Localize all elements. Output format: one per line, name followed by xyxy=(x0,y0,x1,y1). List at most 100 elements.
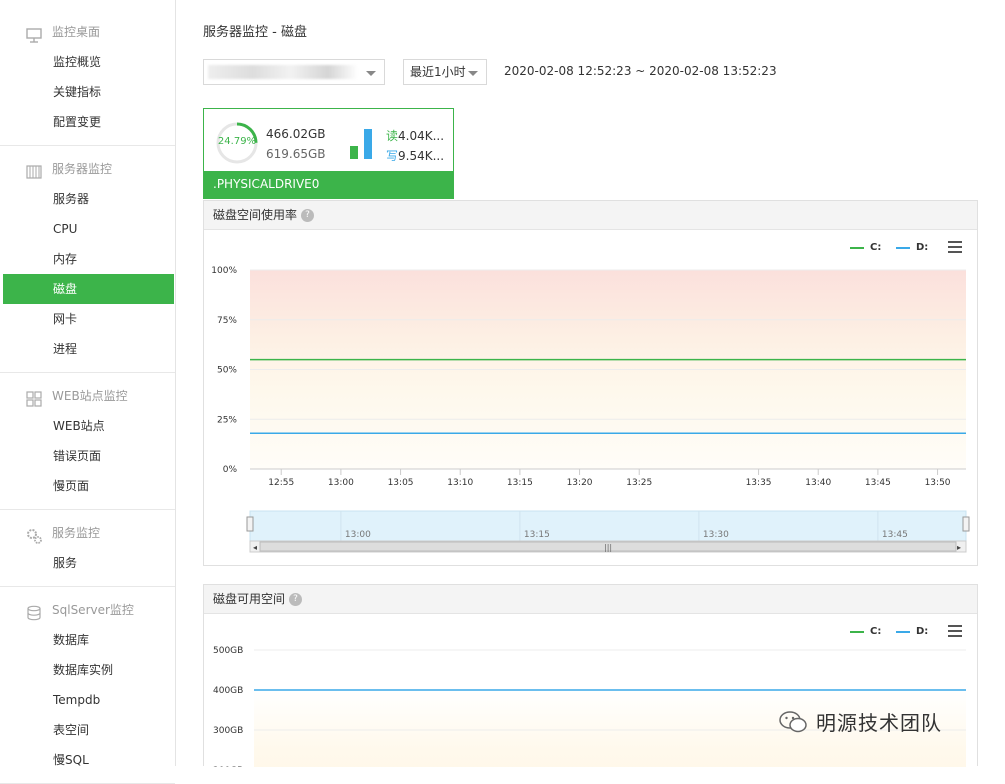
x-tick-label: 13:45 xyxy=(865,478,891,488)
disk-used: 466.02GB xyxy=(266,127,326,141)
help-icon[interactable]: ? xyxy=(301,208,315,222)
sidebar-group: 服务器监控服务器 CPU 内存 磁盘 网卡 进程 xyxy=(0,146,175,373)
sidebar-group-title[interactable]: SqlServer监控 xyxy=(0,595,175,625)
sidebar-item[interactable]: 慢页面 xyxy=(0,471,175,501)
y-tick-label: 400GB xyxy=(213,686,243,696)
sidebar-group: WEB站点监控 WEB站点 错误页面 慢页面 xyxy=(0,373,175,510)
disk-total: 619.65GB xyxy=(266,147,326,161)
y-tick-label: 75% xyxy=(217,316,237,326)
navigator-label: 13:00 xyxy=(345,530,371,540)
sidebar-item[interactable]: 内存 xyxy=(0,244,175,274)
sidebar-group-title[interactable]: WEB站点监控 xyxy=(0,381,175,411)
sidebar-group-title[interactable]: 服务器监控 xyxy=(0,154,175,184)
time-range-select-label: 最近1小时 xyxy=(410,65,466,79)
sidebar-item[interactable]: 进程 xyxy=(0,334,175,364)
sidebar-item[interactable]: 配置变更 xyxy=(0,107,175,137)
sidebar-group: 服务监控服务 xyxy=(0,510,175,587)
sidebar-group: SqlServer监控数据库 数据库实例 Tempdb 表空间 慢SQL xyxy=(0,587,175,784)
database-icon xyxy=(26,602,42,621)
sidebar-item[interactable]: WEB站点 xyxy=(0,411,175,441)
sidebar-item[interactable]: 表空间 xyxy=(0,715,175,745)
time-range-select[interactable]: 最近1小时 xyxy=(403,59,487,85)
sidebar-group-title[interactable]: 监控桌面 xyxy=(0,17,175,47)
panel-title: 磁盘可用空间 xyxy=(213,592,286,606)
scroll-right-arrow-icon: ▸ xyxy=(957,543,961,552)
sidebar-item[interactable]: 数据库 xyxy=(0,625,175,655)
sidebar-item[interactable]: CPU xyxy=(0,214,175,244)
blurred-server-name xyxy=(208,65,358,79)
sidebar-item[interactable]: 服务 xyxy=(0,548,175,578)
usage-percent: 24.79% xyxy=(217,136,257,147)
x-tick-label: 13:35 xyxy=(746,478,772,488)
sidebar-item[interactable]: 慢SQL xyxy=(0,745,175,775)
y-tick-label: 100% xyxy=(211,266,237,276)
disk-card[interactable]: 24.79% 466.02GB 619.65GB 读4.04K... 写9.54… xyxy=(203,108,454,199)
scroll-left-arrow-icon: ◂ xyxy=(253,543,257,552)
x-tick-label: 13:20 xyxy=(567,478,593,488)
watermark: 明源技术团队 xyxy=(778,707,942,736)
sidebar-item[interactable]: 磁盘 xyxy=(3,274,174,304)
sidebar-group-title[interactable]: 服务监控 xyxy=(0,518,175,548)
write-bar xyxy=(350,146,358,159)
page-title: 服务器监控 - 磁盘 xyxy=(203,25,307,40)
sidebar-group-label: 服务器监控 xyxy=(52,162,113,176)
panel-header: 磁盘可用空间 ? xyxy=(204,585,977,614)
sidebar-item[interactable]: 监控概览 xyxy=(0,47,175,77)
disk-name: .PHYSICALDRIVE0 xyxy=(204,171,453,198)
x-tick-label: 13:50 xyxy=(925,478,951,488)
free-space-chart: 500GB 400GB 300GB 200GB xyxy=(213,646,966,767)
x-tick-label: 13:40 xyxy=(805,478,831,488)
navigator-label: 13:30 xyxy=(703,530,729,540)
server-rack-icon xyxy=(26,161,42,179)
x-tick-label: 13:10 xyxy=(447,478,473,488)
server-select[interactable] xyxy=(203,59,385,85)
read-label: 读 xyxy=(386,129,399,143)
y-tick-label: 25% xyxy=(217,415,237,425)
read-bar xyxy=(364,129,372,159)
navigator-handle-left xyxy=(246,516,254,532)
main-content: 服务器监控 - 磁盘 最近1小时 2020-02-08 12:52:23 ~ 2… xyxy=(176,0,1005,767)
scrollbar-grip-icon: ||| xyxy=(604,543,612,552)
chevron-down-icon xyxy=(468,71,478,76)
sidebar-item[interactable]: 网卡 xyxy=(0,304,175,334)
sidebar-group-label: 服务监控 xyxy=(52,526,101,540)
help-icon[interactable]: ? xyxy=(289,592,303,606)
sidebar-item[interactable]: Tempdb xyxy=(0,685,175,715)
x-tick-label: 13:25 xyxy=(626,478,652,488)
write-value: 9.54K... xyxy=(398,149,445,163)
y-tick-label: 0% xyxy=(223,465,238,475)
sidebar-group-label: 监控桌面 xyxy=(52,25,101,39)
usage-chart: 100% 75% 50% 25% 0% 12:55 13:00 13:05 13:10 13:15… xyxy=(211,266,970,553)
sidebar-group: 监控桌面监控概览 关键指标 配置变更 xyxy=(0,0,175,146)
sidebar-item[interactable]: 服务器 xyxy=(0,184,175,214)
navigator-handle-right xyxy=(962,516,970,532)
x-tick-label: 12:55 xyxy=(268,478,294,488)
wechat-icon xyxy=(779,710,807,732)
read-rate: 读4.04K... xyxy=(386,127,444,144)
sidebar-item[interactable]: 错误页面 xyxy=(0,441,175,471)
sidebar-group-label: WEB站点监控 xyxy=(52,389,128,403)
x-tick-label: 13:15 xyxy=(507,478,533,488)
sidebar-item[interactable]: 关键指标 xyxy=(0,77,175,107)
y-tick-label: 50% xyxy=(217,366,237,376)
sidebar-group-label: SqlServer监控 xyxy=(52,603,134,617)
chevron-down-icon xyxy=(366,71,376,76)
usage-chart-panel: 磁盘空间使用率 ? C: D: 100% 75% 50% 25% 0% 12:55 13:0… xyxy=(203,200,978,566)
monitor-desk-icon xyxy=(26,24,42,43)
navigator-label: 13:45 xyxy=(882,530,908,540)
sidebar-item[interactable]: 数据库实例 xyxy=(0,655,175,685)
grid-icon xyxy=(26,388,42,407)
sidebar: 监控桌面 监控概览 关键指标 配置变更 服务器监控 服务器 CPU 内存 磁盘 网卡 进程 WEB站点… xyxy=(0,0,176,784)
y-tick-label: 200GB xyxy=(213,766,243,767)
x-tick-label: 13:00 xyxy=(328,478,354,488)
write-rate: 写9.54K... xyxy=(386,147,444,164)
write-label: 写 xyxy=(386,149,399,163)
navigator-label: 13:15 xyxy=(524,530,550,540)
y-tick-label: 500GB xyxy=(213,646,243,656)
y-tick-label: 300GB xyxy=(213,726,243,736)
panel-header: 磁盘空间使用率 ? xyxy=(204,201,977,230)
free-space-chart-panel: 磁盘可用空间 ? C: D: 500GB400GB300GB200GB xyxy=(203,584,978,767)
x-tick-label: 13:05 xyxy=(388,478,414,488)
read-value: 4.04K... xyxy=(398,129,445,143)
watermark-text: 明源技术团队 xyxy=(816,711,942,735)
